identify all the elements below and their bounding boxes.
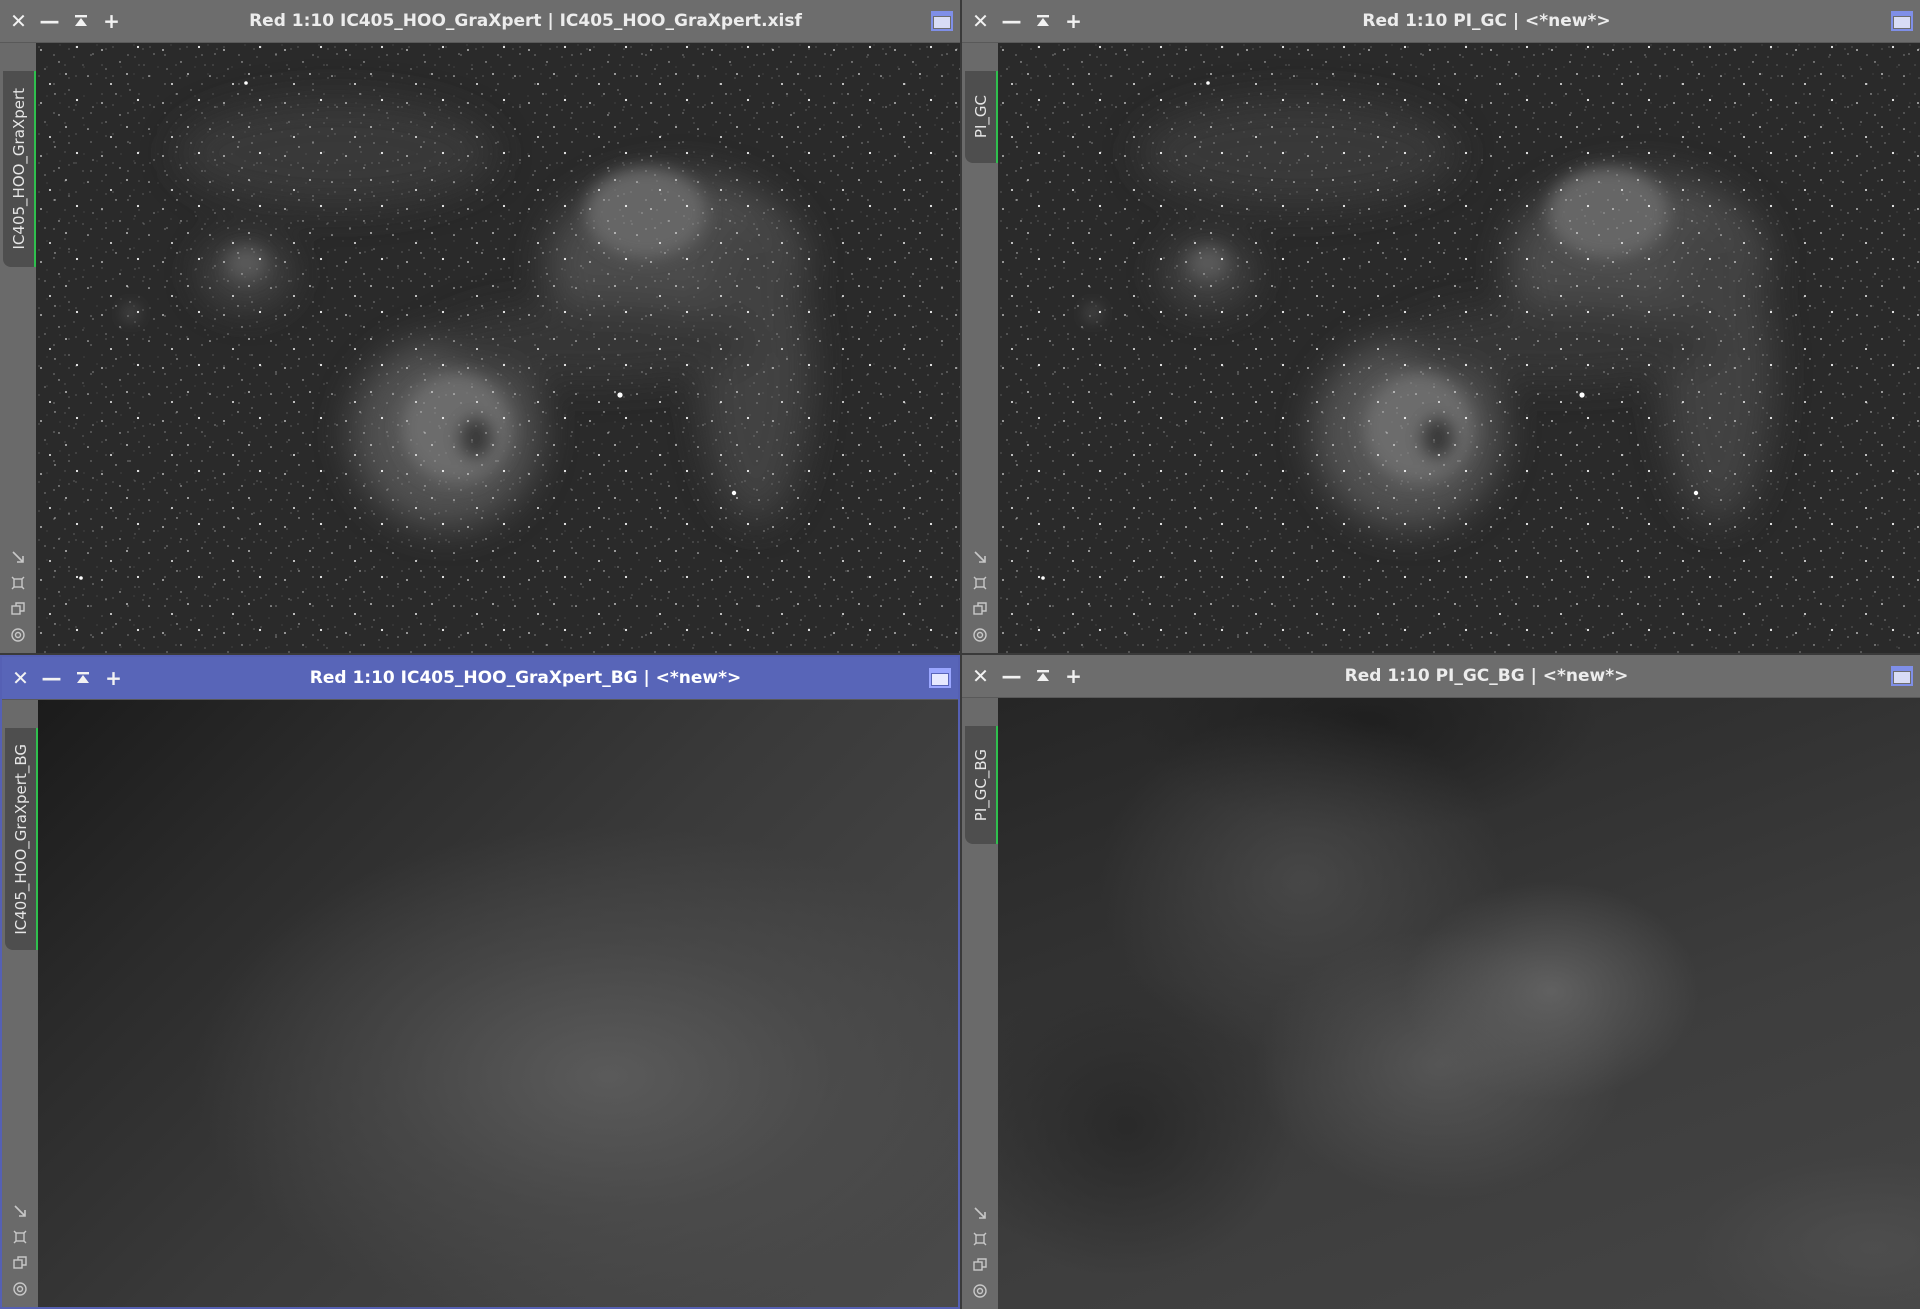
iconize-window-button[interactable]	[1027, 0, 1058, 42]
crop-mask-icon[interactable]	[970, 573, 990, 593]
close-window-button[interactable]: ✕	[5, 657, 36, 699]
iconize-icon	[1036, 15, 1049, 26]
maximize-view-button[interactable]: +	[1058, 0, 1089, 42]
iconize-window-button[interactable]	[67, 657, 98, 699]
fit-window-button[interactable]	[928, 666, 952, 690]
close-icon: ✕	[12, 666, 29, 690]
plus-icon: +	[105, 666, 122, 690]
target-icon[interactable]	[970, 1281, 990, 1301]
side-icons	[962, 547, 998, 645]
clone-view-icon[interactable]	[10, 1253, 30, 1273]
image-window-pi-gc-bg[interactable]: ✕ — + Red 1:10 PI_GC_BG | <*new*> PI_GC_…	[962, 655, 1920, 1309]
view-tab-label: IC405_HOO_GraXpert_BG	[11, 743, 30, 935]
window-title: Red 1:10 IC405_HOO_GraXpert_BG | <*new*>	[309, 668, 742, 688]
minus-icon: —	[39, 9, 60, 33]
clone-view-icon[interactable]	[970, 599, 990, 619]
fit-window-button[interactable]	[1890, 664, 1914, 688]
window-sidebar: PI_GC	[962, 43, 999, 653]
minus-icon: —	[1001, 9, 1022, 33]
clone-view-icon[interactable]	[970, 1255, 990, 1275]
iconize-icon	[1036, 670, 1049, 681]
close-window-button[interactable]: ✕	[3, 0, 34, 42]
minus-icon: —	[1001, 664, 1022, 688]
minus-icon: —	[41, 666, 62, 690]
view-tab-label: PI_GC_BG	[971, 748, 990, 822]
image-viewport[interactable]	[36, 43, 960, 653]
close-icon: ✕	[972, 9, 989, 33]
image-window-ic405-hoo-graxpert-bg[interactable]: ✕ — + Red 1:10 IC405_HOO_GraXpert_BG | <…	[0, 655, 960, 1309]
shade-window-button[interactable]: —	[36, 657, 67, 699]
nebula-image	[998, 43, 1920, 653]
side-icons	[0, 547, 36, 645]
workspace: ✕ — + Red 1:10 IC405_HOO_GraXpert | IC40…	[0, 0, 1920, 1309]
clone-view-icon[interactable]	[8, 599, 28, 619]
window-title: Red 1:10 PI_GC_BG | <*new*>	[1344, 666, 1629, 686]
window-maximize-icon	[931, 11, 953, 31]
background-model-image[interactable]	[38, 700, 958, 1307]
image-window-ic405-hoo-graxpert[interactable]: ✕ — + Red 1:10 IC405_HOO_GraXpert | IC40…	[0, 0, 960, 653]
zoom-to-fit-icon[interactable]	[10, 1201, 30, 1221]
window-sidebar: IC405_HOO_GraXpert	[0, 43, 37, 653]
maximize-view-button[interactable]: +	[98, 657, 129, 699]
nebula-image	[36, 43, 960, 653]
crop-mask-icon[interactable]	[10, 1227, 30, 1247]
window-maximize-icon	[1891, 11, 1913, 31]
iconize-icon	[74, 15, 87, 26]
zoom-to-fit-icon[interactable]	[970, 1203, 990, 1223]
view-tab-label: PI_GC	[971, 95, 990, 139]
window-titlebar[interactable]: ✕ — + Red 1:10 PI_GC | <*new*>	[962, 0, 1920, 43]
close-window-button[interactable]: ✕	[965, 655, 996, 697]
side-icons	[962, 1203, 998, 1301]
fit-window-button[interactable]	[930, 9, 954, 33]
plus-icon: +	[103, 9, 120, 33]
image-viewport[interactable]	[998, 43, 1920, 653]
view-tab-label: IC405_HOO_GraXpert	[9, 88, 28, 250]
window-titlebar[interactable]: ✕ — + Red 1:10 IC405_HOO_GraXpert | IC40…	[0, 0, 960, 43]
shade-window-button[interactable]: —	[996, 0, 1027, 42]
image-window-pi-gc[interactable]: ✕ — + Red 1:10 PI_GC | <*new*> PI_GC	[962, 0, 1920, 653]
zoom-to-fit-icon[interactable]	[970, 547, 990, 567]
view-tab[interactable]: IC405_HOO_GraXpert_BG	[5, 728, 39, 950]
maximize-view-button[interactable]: +	[96, 0, 127, 42]
iconize-window-button[interactable]	[1027, 655, 1058, 697]
window-titlebar[interactable]: ✕ — + Red 1:10 PI_GC_BG | <*new*>	[962, 655, 1920, 698]
close-icon: ✕	[972, 664, 989, 688]
view-tab[interactable]: IC405_HOO_GraXpert	[3, 71, 37, 267]
shade-window-button[interactable]: —	[34, 0, 65, 42]
maximize-view-button[interactable]: +	[1058, 655, 1089, 697]
background-model-image[interactable]	[998, 698, 1920, 1309]
zoom-to-fit-icon[interactable]	[8, 547, 28, 567]
window-maximize-icon	[929, 668, 951, 688]
window-sidebar: PI_GC_BG	[962, 698, 999, 1309]
window-sidebar: IC405_HOO_GraXpert_BG	[2, 700, 39, 1307]
fit-window-button[interactable]	[1890, 9, 1914, 33]
target-icon[interactable]	[970, 625, 990, 645]
close-window-button[interactable]: ✕	[965, 0, 996, 42]
window-titlebar[interactable]: ✕ — + Red 1:10 IC405_HOO_GraXpert_BG | <…	[2, 657, 958, 700]
plus-icon: +	[1065, 9, 1082, 33]
window-maximize-icon	[1891, 666, 1913, 686]
target-icon[interactable]	[8, 625, 28, 645]
shade-window-button[interactable]: —	[996, 655, 1027, 697]
view-tab[interactable]: PI_GC_BG	[965, 726, 999, 844]
side-icons	[2, 1201, 38, 1299]
view-tab[interactable]: PI_GC	[965, 71, 999, 163]
iconize-window-button[interactable]	[65, 0, 96, 42]
crop-mask-icon[interactable]	[970, 1229, 990, 1249]
target-icon[interactable]	[10, 1279, 30, 1299]
close-icon: ✕	[10, 9, 27, 33]
plus-icon: +	[1065, 664, 1082, 688]
iconize-icon	[76, 672, 89, 683]
window-title: Red 1:10 PI_GC | <*new*>	[1362, 11, 1611, 31]
crop-mask-icon[interactable]	[8, 573, 28, 593]
window-title: Red 1:10 IC405_HOO_GraXpert | IC405_HOO_…	[249, 11, 802, 31]
